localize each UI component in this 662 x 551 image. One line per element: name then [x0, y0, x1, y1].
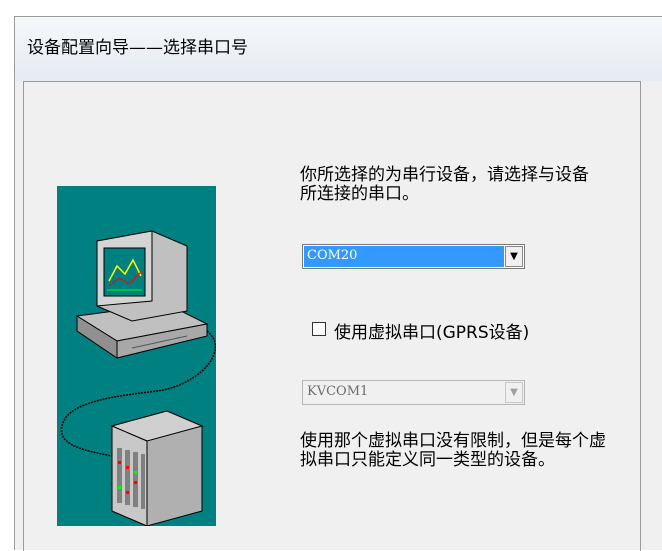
illustration-panel	[57, 186, 217, 527]
computer-icon	[75, 230, 209, 359]
dropdown-arrow-icon[interactable]: ▼	[505, 382, 523, 403]
virtual-port-checkbox-label[interactable]: 使用虚拟串口(GPRS设备)	[334, 318, 529, 343]
note-text: 使用那个虚拟串口没有限制，但是每个虚拟串口只能定义同一类型的设备。	[300, 431, 606, 470]
serial-port-value: COM20	[304, 246, 504, 267]
instruction-text: 你所选择的为串行设备，请选择与设备所连接的串口。	[300, 165, 589, 204]
window-title: 设备配置向导——选择串口号	[27, 38, 248, 58]
dropdown-arrow-icon[interactable]: ▼	[505, 246, 523, 267]
virtual-port-value: KVCOM1	[307, 384, 369, 399]
serial-port-select[interactable]: COM20 ▼	[302, 244, 525, 269]
title-bar: 设备配置向导——选择串口号	[15, 17, 662, 81]
plc-device-icon	[110, 410, 204, 527]
virtual-port-checkbox[interactable]	[312, 322, 326, 336]
computer-device-illustration	[60, 230, 217, 527]
virtual-port-select[interactable]: KVCOM1 ▼	[302, 380, 525, 405]
